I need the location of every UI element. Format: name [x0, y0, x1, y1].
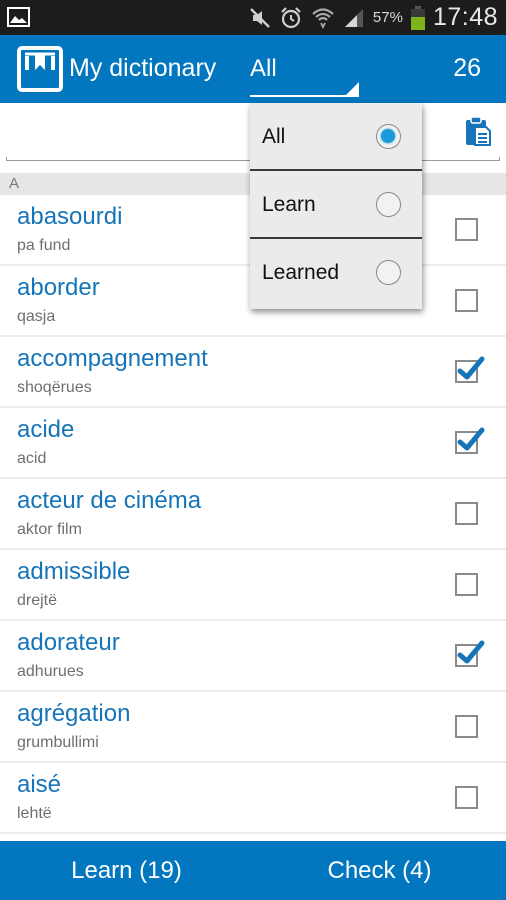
- list-item[interactable]: acteur de cinéma aktor film: [0, 479, 506, 550]
- translation-text: aktor film: [17, 521, 82, 538]
- gallery-notification-icon: [7, 7, 30, 27]
- battery-percent: 57%: [372, 9, 403, 26]
- list-item[interactable]: admissible drejtë: [0, 550, 506, 621]
- battery-icon: [410, 5, 425, 30]
- filter-option-learned[interactable]: Learned: [250, 239, 422, 307]
- mute-icon: [250, 7, 270, 28]
- word-text: admissible: [17, 558, 131, 585]
- bottom-bar: Learn (19) Check (4): [0, 841, 506, 900]
- word-text: acide: [17, 416, 75, 443]
- filter-option-all[interactable]: All: [250, 103, 422, 171]
- alarm-icon: [281, 6, 301, 28]
- word-text: acteur de cinéma: [17, 487, 202, 514]
- filter-option-learn[interactable]: Learn: [250, 171, 422, 239]
- list-item[interactable]: agrégation grumbullimi: [0, 692, 506, 763]
- status-bar: 57% 17:48: [0, 0, 506, 35]
- translation-text: grumbullimi: [17, 734, 99, 751]
- word-text: agrégation: [17, 700, 131, 727]
- clipboard-icon[interactable]: [464, 115, 492, 147]
- learn-button[interactable]: Learn (19): [0, 841, 253, 900]
- translation-text: shoqërues: [17, 379, 92, 396]
- list-item[interactable]: aisé lehtë: [0, 763, 506, 834]
- radio-button[interactable]: [376, 260, 401, 285]
- learned-checkbox[interactable]: [455, 502, 478, 525]
- list-item[interactable]: acide acid: [0, 408, 506, 479]
- app-title: My dictionary: [69, 54, 217, 82]
- translation-text: qasja: [17, 308, 56, 325]
- word-text: accompagnement: [17, 345, 208, 372]
- word-count: 26: [453, 54, 481, 82]
- learned-checkbox[interactable]: [455, 356, 485, 383]
- signal-icon: [344, 8, 363, 27]
- action-bar: My dictionary All 26: [0, 35, 506, 103]
- option-label: Learned: [262, 261, 340, 284]
- list-item[interactable]: accompagnement shoqërues: [0, 337, 506, 408]
- filter-spinner-value: All: [250, 55, 277, 82]
- learned-checkbox[interactable]: [455, 218, 478, 241]
- learned-checkbox[interactable]: [455, 289, 478, 312]
- translation-text: lehtë: [17, 805, 52, 822]
- clock: 17:48: [432, 3, 498, 31]
- word-text: abasourdi: [17, 203, 123, 230]
- word-text: aisé: [17, 771, 62, 798]
- filter-spinner[interactable]: All: [250, 45, 359, 97]
- filter-dropdown: All Learn Learned: [250, 103, 422, 309]
- checkmark-icon: [457, 356, 485, 380]
- status-icons: 57% 17:48: [249, 0, 498, 35]
- option-label: All: [262, 125, 286, 148]
- translation-text: pa fund: [17, 237, 71, 254]
- checkmark-icon: [457, 640, 485, 664]
- learned-checkbox[interactable]: [455, 640, 485, 667]
- bookmark-book-icon[interactable]: [17, 46, 63, 92]
- learned-checkbox[interactable]: [455, 573, 478, 596]
- translation-text: adhurues: [17, 663, 84, 680]
- app-root: 57% 17:48 My dictionary All 26 A abasour…: [0, 0, 506, 900]
- learned-checkbox[interactable]: [455, 715, 478, 738]
- list-item[interactable]: adorateur adhurues: [0, 621, 506, 692]
- radio-button[interactable]: [376, 124, 401, 149]
- spinner-underline: [250, 95, 359, 97]
- translation-text: drejtë: [17, 592, 58, 609]
- spinner-arrow-icon: [344, 82, 359, 97]
- learned-checkbox[interactable]: [455, 786, 478, 809]
- wifi-icon: [312, 7, 334, 29]
- checkmark-icon: [457, 427, 485, 451]
- word-text: aborder: [17, 274, 100, 301]
- translation-text: acid: [17, 450, 47, 467]
- option-label: Learn: [262, 193, 316, 216]
- check-button[interactable]: Check (4): [253, 841, 506, 900]
- radio-button[interactable]: [376, 192, 401, 217]
- word-text: adorateur: [17, 629, 120, 656]
- learned-checkbox[interactable]: [455, 427, 485, 454]
